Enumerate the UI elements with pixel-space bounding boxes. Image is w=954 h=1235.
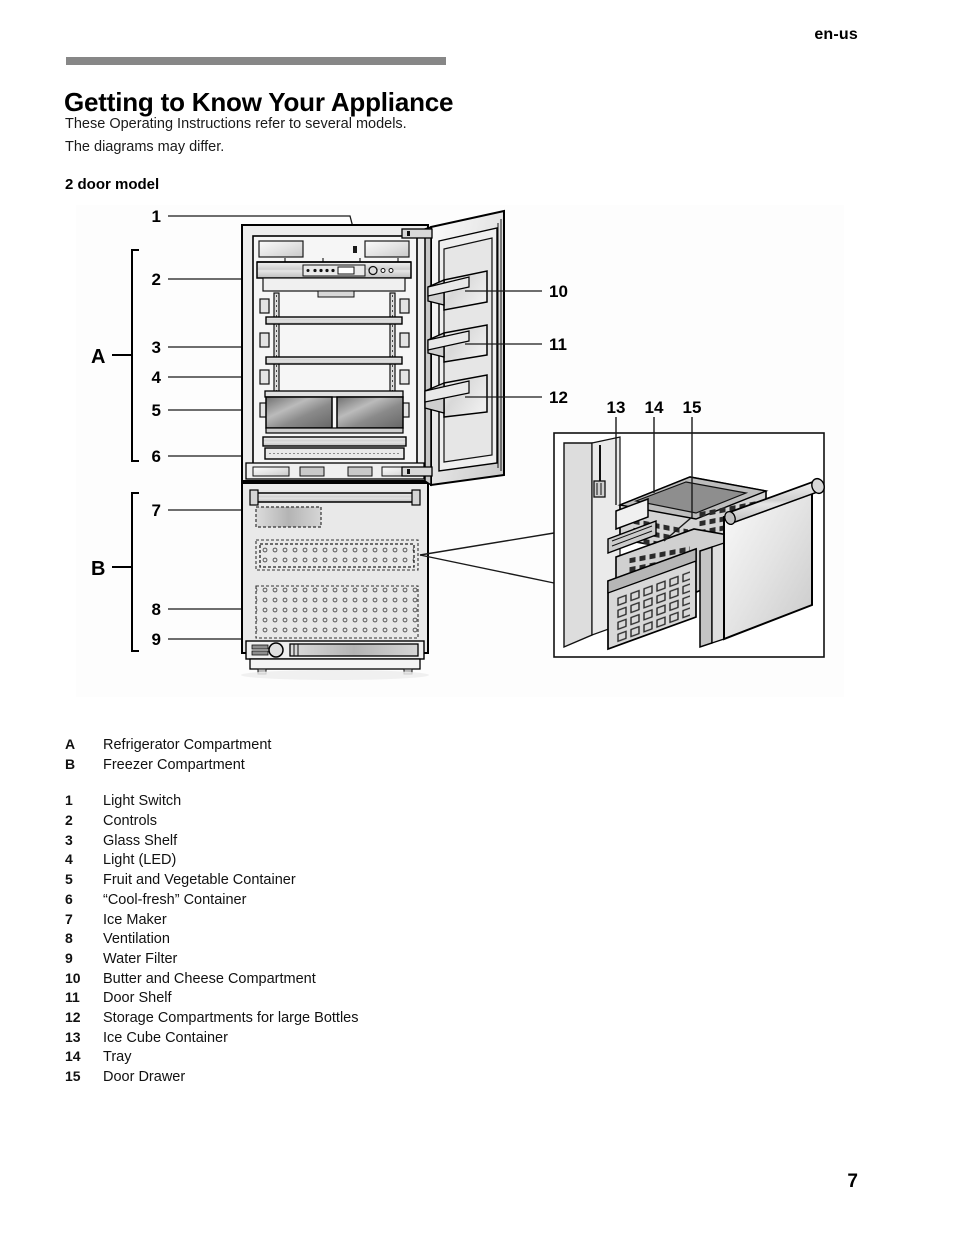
legend-label: Ice Maker bbox=[103, 911, 167, 928]
water-filter-dial bbox=[268, 642, 284, 658]
legend-label: Water Filter bbox=[103, 950, 178, 967]
legend-row-a: A Refrigerator Compartment bbox=[65, 736, 565, 756]
bracket-label-a: A bbox=[91, 346, 105, 368]
freezer-drawer-inset bbox=[553, 417, 825, 658]
legend-row-13: 13 Ice Cube Container bbox=[65, 1029, 565, 1049]
language-tag: en-us bbox=[814, 26, 858, 43]
legend-key: 2 bbox=[65, 812, 73, 829]
legend-key: 3 bbox=[65, 831, 73, 848]
legend-row-6: 6 “Cool-fresh” Container bbox=[65, 891, 565, 911]
legend-label: “Cool-fresh” Container bbox=[103, 891, 247, 908]
legend-label: Ice Cube Container bbox=[103, 1029, 228, 1046]
intro-text: These Operating Instructions refer to se… bbox=[65, 113, 407, 159]
legend-row-10: 10 Butter and Cheese Compartment bbox=[65, 970, 565, 990]
ice-maker bbox=[255, 506, 322, 528]
legend-row-1: 1 Light Switch bbox=[65, 792, 565, 812]
legend-label: Storage Compartments for large Bottles bbox=[103, 1009, 359, 1026]
legend-label: Glass Shelf bbox=[103, 832, 178, 849]
legend-key: 12 bbox=[65, 1008, 81, 1025]
legend-row-3: 3 Glass Shelf bbox=[65, 832, 565, 852]
legend-label: Ventilation bbox=[103, 931, 170, 948]
legend-key: A bbox=[65, 736, 76, 752]
callout-12: 12 bbox=[549, 388, 568, 407]
legend-row-15: 15 Door Drawer bbox=[65, 1068, 565, 1088]
legend-label: Light Switch bbox=[103, 793, 182, 810]
callout-13: 13 bbox=[607, 398, 626, 417]
legend-row-11: 11 Door Shelf bbox=[65, 989, 565, 1009]
bracket-label-b: B bbox=[91, 558, 105, 580]
legend-label: Door Drawer bbox=[103, 1069, 186, 1085]
legend-key: 5 bbox=[65, 871, 73, 888]
legend-label: Butter and Cheese Compartment bbox=[103, 970, 316, 987]
callout-14: 14 bbox=[645, 398, 664, 417]
legend-row-5: 5 Fruit and Vegetable Container bbox=[65, 871, 565, 891]
legend-key: 14 bbox=[65, 1048, 81, 1065]
controls-display bbox=[337, 266, 355, 275]
legend-key: 7 bbox=[65, 910, 73, 927]
legend-label: Refrigerator Compartment bbox=[103, 737, 272, 753]
legend-label: Controls bbox=[103, 813, 157, 830]
legend-key: 10 bbox=[65, 969, 81, 986]
legend-key: 6 bbox=[65, 890, 73, 907]
legend: A Refrigerator Compartment B Freezer Com… bbox=[65, 736, 565, 1088]
legend-key: 8 bbox=[65, 930, 73, 947]
water-filter-strip bbox=[245, 640, 425, 660]
legend-row-14: 14 Tray bbox=[65, 1048, 565, 1068]
cool-fresh-container bbox=[262, 436, 407, 460]
legend-label: Fruit and Vegetable Container bbox=[103, 872, 296, 889]
legend-row-7: 7 Ice Maker bbox=[65, 911, 565, 931]
light-switch-icon bbox=[353, 246, 357, 253]
controls-dial bbox=[368, 265, 378, 276]
light-switch-panel bbox=[258, 240, 304, 258]
intro-line-1: These Operating Instructions refer to se… bbox=[65, 116, 407, 132]
freezer-section bbox=[241, 482, 429, 680]
ventilation-upper bbox=[255, 539, 419, 571]
callout-11: 11 bbox=[549, 335, 567, 354]
legend-spacer bbox=[65, 775, 565, 792]
page-number: 7 bbox=[847, 1171, 858, 1192]
legend-label: Freezer Compartment bbox=[103, 756, 245, 773]
legend-key: 11 bbox=[65, 989, 80, 1006]
callout-3: 3 bbox=[152, 338, 161, 357]
legend-row-2: 2 Controls bbox=[65, 812, 565, 832]
legend-key: 13 bbox=[65, 1028, 81, 1045]
appliance-diagram: A B 1 2 3 4 5 6 7 8 9 10 11 12 13 14 15 bbox=[60, 205, 860, 705]
callout-2: 2 bbox=[152, 270, 161, 289]
legend-row-9: 9 Water Filter bbox=[65, 950, 565, 970]
ventilation-lower bbox=[255, 585, 419, 639]
legend-label: Tray bbox=[103, 1049, 132, 1066]
title-rule bbox=[66, 57, 446, 65]
legend-key: 1 bbox=[65, 792, 73, 809]
legend-key: B bbox=[65, 755, 76, 772]
callout-5: 5 bbox=[152, 401, 161, 420]
intro-line-2: The diagrams may differ. bbox=[65, 139, 225, 155]
legend-label: Door Shelf bbox=[103, 990, 172, 1007]
legend-key: 4 bbox=[65, 851, 73, 868]
callout-4: 4 bbox=[152, 368, 162, 387]
callout-7: 7 bbox=[152, 501, 161, 520]
legend-row-b: B Freezer Compartment bbox=[65, 756, 565, 776]
legend-row-4: 4 Light (LED) bbox=[65, 851, 565, 871]
legend-row-12: 12 Storage Compartments for large Bottle… bbox=[65, 1009, 565, 1029]
legend-key: 15 bbox=[65, 1068, 81, 1084]
callout-1: 1 bbox=[152, 207, 161, 226]
legend-row-8: 8 Ventilation bbox=[65, 930, 565, 950]
section-heading: 2 door model bbox=[65, 176, 160, 193]
callout-6: 6 bbox=[152, 447, 161, 466]
callout-8: 8 bbox=[152, 600, 161, 619]
legend-label: Light (LED) bbox=[103, 852, 177, 869]
callout-15: 15 bbox=[683, 398, 702, 417]
callout-10: 10 bbox=[549, 282, 568, 301]
callout-9: 9 bbox=[152, 630, 161, 649]
legend-key: 9 bbox=[65, 949, 73, 966]
freezer-handle bbox=[251, 492, 419, 503]
